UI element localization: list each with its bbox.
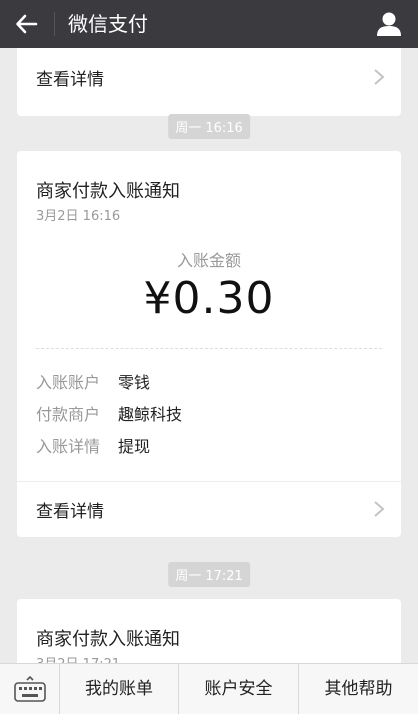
- profile-button[interactable]: [374, 9, 404, 39]
- page-title: 微信支付: [68, 12, 148, 36]
- back-button[interactable]: [12, 9, 42, 39]
- info-key: 入账账户: [36, 373, 101, 392]
- keyboard-icon: [14, 675, 46, 702]
- dashed-divider: [36, 348, 382, 349]
- menu-other-help[interactable]: 其他帮助: [299, 664, 418, 714]
- chevron-right-icon: [374, 501, 385, 517]
- message-feed[interactable]: 查看详情 周一 16:16 商家付款入账通知 3月2日 16:16 入账金额 ¥…: [0, 48, 418, 663]
- view-details-row[interactable]: 查看详情: [17, 50, 401, 106]
- keyboard-toggle-button[interactable]: [0, 664, 60, 714]
- top-navigation-bar: 微信支付: [0, 0, 418, 48]
- menu-account-security[interactable]: 账户安全: [179, 664, 299, 714]
- menu-my-bills[interactable]: 我的账单: [60, 664, 179, 714]
- amount-label: 入账金额: [176, 251, 241, 270]
- amount-value: ¥0.30: [143, 273, 275, 324]
- notification-title: 商家付款入账通知: [36, 181, 180, 202]
- info-key: 付款商户: [36, 405, 101, 424]
- header-divider: [54, 12, 55, 36]
- view-details-row[interactable]: 查看详情: [17, 482, 401, 538]
- info-key: 入账详情: [36, 437, 101, 456]
- notification-date: 3月2日 17:21: [36, 653, 120, 663]
- timestamp-chip: 周一 16:16: [168, 114, 250, 139]
- info-row-details: 入账详情 提现: [36, 431, 382, 463]
- timestamp-chip: 周一 17:21: [168, 562, 250, 587]
- payment-notification-card: 商家付款入账通知 3月2日 16:16 入账金额 ¥0.30 入账账户 零钱 付款…: [17, 151, 401, 537]
- info-list: 入账账户 零钱 付款商户 趣鲸科技 入账详情 提现: [36, 367, 382, 463]
- notification-date: 3月2日 16:16: [36, 209, 121, 224]
- view-details-label: 查看详情: [36, 502, 104, 522]
- chevron-right-icon: [374, 69, 385, 85]
- info-value: 零钱: [118, 373, 151, 392]
- notification-title: 商家付款入账通知: [36, 629, 180, 650]
- payment-notification-card: 商家付款入账通知 3月2日 17:21: [17, 599, 401, 663]
- user-icon: [377, 12, 401, 36]
- view-details-label: 查看详情: [36, 70, 104, 90]
- info-row-account: 入账账户 零钱: [36, 367, 382, 399]
- info-value: 提现: [118, 437, 151, 456]
- info-row-merchant: 付款商户 趣鲸科技: [36, 399, 382, 431]
- message-card-partial: 查看详情: [17, 48, 401, 116]
- info-value: 趣鲸科技: [118, 405, 183, 424]
- bottom-menu-bar: 我的账单 账户安全 其他帮助: [0, 663, 418, 714]
- arrow-left-icon: [16, 14, 38, 34]
